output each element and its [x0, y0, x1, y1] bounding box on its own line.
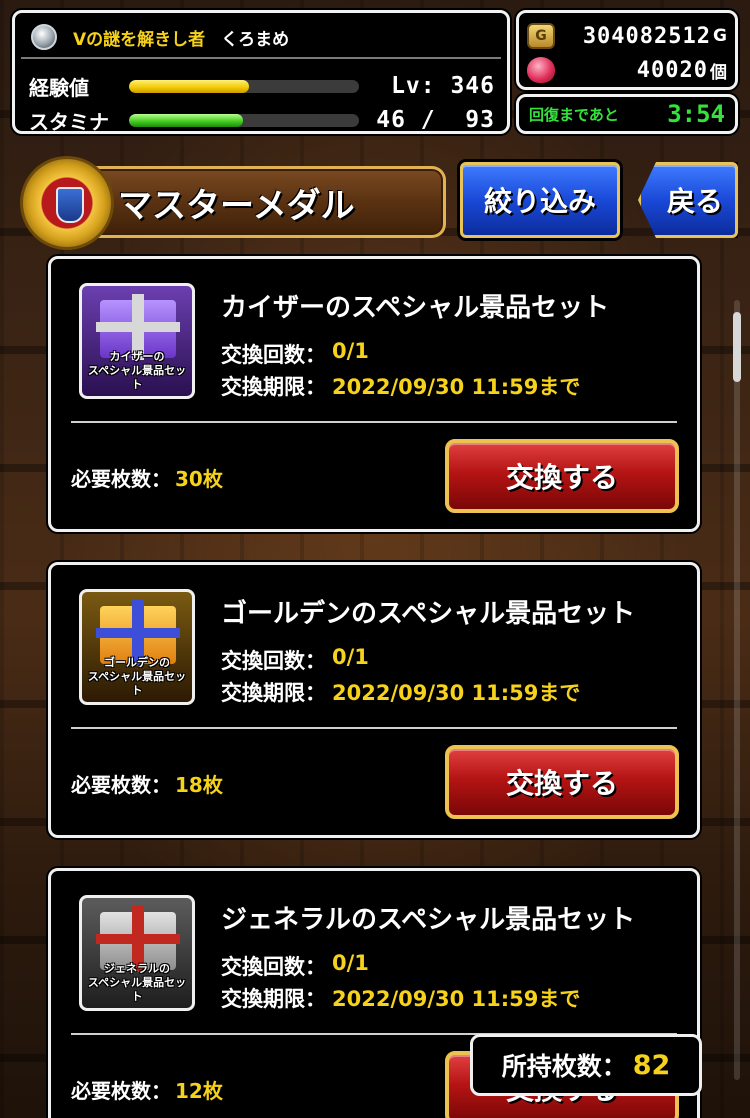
exchange-button[interactable]: 交換する — [445, 745, 679, 819]
avatar-icon — [31, 24, 57, 50]
player-status-panel: Vの謎を解きし者 くろまめ 経験値 Lv: 346 スタミナ 46 / 93 — [12, 10, 510, 134]
exchange-deadline: 交換期限： 2022/09/30 11:59まで — [221, 987, 581, 1011]
exchange-count: 交換回数： 0/1 — [221, 951, 369, 979]
recovery-time: 3:54 — [667, 100, 725, 128]
gold-unit: G — [713, 26, 727, 46]
currency-panel: G 304082512 G 40020 個 — [516, 10, 738, 90]
item-name: ジェネラルのスペシャル景品セット — [221, 905, 636, 935]
player-name: くろまめ — [221, 29, 290, 50]
back-button[interactable]: 戻る — [638, 162, 738, 238]
gold-row: G 304082512 G — [527, 19, 727, 53]
exp-bar-fill — [129, 79, 249, 93]
gem-row: 40020 個 — [527, 53, 727, 87]
stamina-bar — [129, 113, 359, 127]
required-medals: 必要枚数： 18枚 — [71, 773, 223, 797]
stamina-row: スタミナ 46 / 93 — [29, 105, 495, 135]
item-name: カイザーのスペシャル景品セット — [221, 293, 610, 323]
page-title: マスターメダル — [118, 185, 355, 226]
required-medals: 必要枚数： 12枚 — [71, 1079, 223, 1103]
exp-label: 経験値 — [29, 75, 89, 100]
gold-amount: 304082512 — [582, 23, 712, 49]
level-text: Lv: 346 — [391, 73, 495, 99]
required-medals: 必要枚数： 30枚 — [71, 467, 223, 491]
exchange-button[interactable]: 交換する — [445, 439, 679, 513]
filter-button[interactable]: 絞り込み — [460, 162, 620, 238]
owned-medals-badge: 所持枚数： 82 — [470, 1034, 702, 1096]
exchange-deadline: 交換期限： 2022/09/30 11:59まで — [221, 375, 581, 399]
owned-value: 82 — [632, 1049, 671, 1081]
exchange-count: 交換回数： 0/1 — [221, 339, 369, 367]
gem-amount: 40020 — [636, 57, 708, 83]
stamina-label: スタミナ — [29, 109, 109, 134]
thumb-caption: カイザーの スペシャル景品セット — [87, 350, 187, 391]
exp-bar — [129, 79, 359, 93]
item-name: ゴールデンのスペシャル景品セット — [221, 599, 636, 629]
divider — [71, 421, 677, 423]
general-gift-box-icon: ジェネラルの スペシャル景品セット — [79, 895, 195, 1011]
exchange-count: 交換回数： 0/1 — [221, 645, 369, 673]
gem-icon — [527, 57, 555, 83]
stamina-recovery-timer: 回復まであと 3:54 — [516, 94, 738, 134]
gold-bag-icon: G — [527, 23, 555, 49]
player-title: Vの謎を解きし者 — [73, 29, 206, 50]
exchange-item-card: ゴールデンの スペシャル景品セット ゴールデンのスペシャル景品セット 交換回数： 0… — [48, 562, 700, 838]
divider — [21, 57, 501, 59]
recovery-label: 回復まであと — [529, 105, 619, 124]
exchange-item-card: カイザーの スペシャル景品セット カイザーのスペシャル景品セット 交換回数： 0/1… — [48, 256, 700, 532]
gem-unit: 個 — [710, 62, 727, 83]
scrollbar-track[interactable] — [734, 300, 740, 1080]
thumb-caption: ジェネラルの スペシャル景品セット — [87, 962, 187, 1003]
exp-row: 経験値 Lv: 346 — [29, 71, 495, 101]
stamina-bar-fill — [129, 113, 243, 127]
divider — [71, 727, 677, 729]
golden-gift-box-icon: ゴールデンの スペシャル景品セット — [79, 589, 195, 705]
scrollbar-thumb[interactable] — [733, 312, 741, 382]
thumb-caption: ゴールデンの スペシャル景品セット — [87, 656, 187, 697]
master-medal-icon — [20, 156, 114, 250]
exchange-deadline: 交換期限： 2022/09/30 11:59まで — [221, 681, 581, 705]
player-name-row: Vの謎を解きし者 くろまめ — [31, 19, 497, 55]
kaiser-gift-box-icon: カイザーの スペシャル景品セット — [79, 283, 195, 399]
owned-label: 所持枚数： — [501, 1052, 627, 1081]
stamina-value: 46 / 93 — [376, 107, 495, 133]
